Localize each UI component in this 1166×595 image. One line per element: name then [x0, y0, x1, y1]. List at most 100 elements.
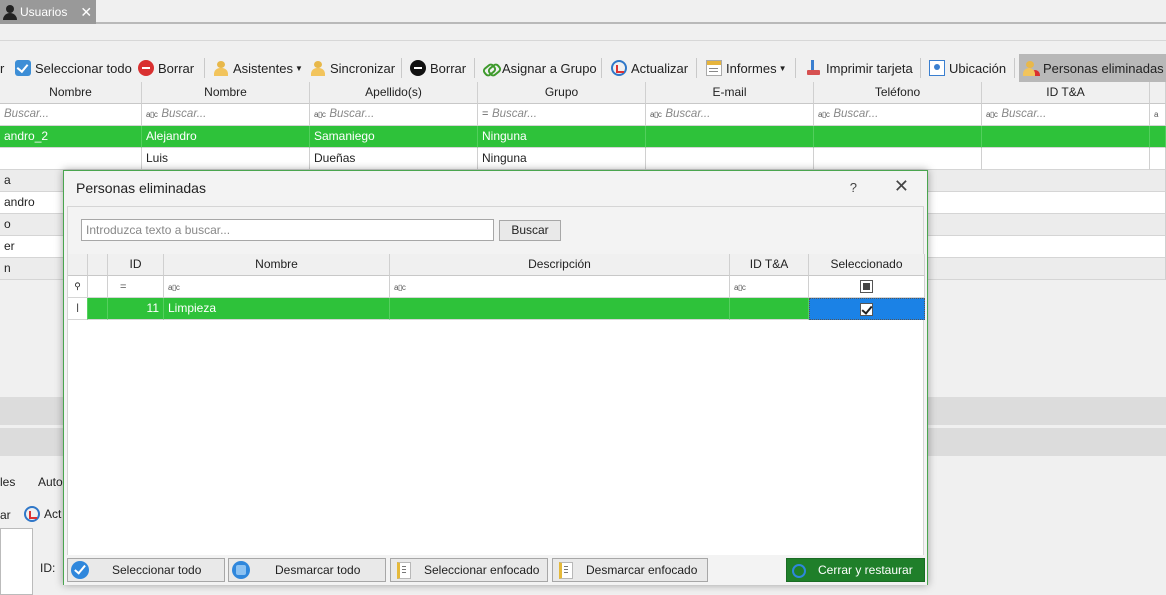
- table-cell[interactable]: [814, 148, 982, 170]
- select-all-button[interactable]: Seleccionar todo: [67, 558, 225, 582]
- ta-id-cell[interactable]: [730, 298, 809, 320]
- reports-label: Informes: [726, 60, 777, 76]
- filter-placeholder: Buscar...: [1001, 108, 1047, 120]
- filter-cell[interactable]: a: [1150, 104, 1166, 126]
- sync-person-icon: [310, 60, 326, 76]
- close-icon[interactable]: ✕: [894, 176, 909, 197]
- sync-label: Sincronizar: [330, 60, 396, 76]
- close-restore-label: Cerrar y restaurar: [818, 563, 913, 577]
- table-cell[interactable]: [646, 148, 814, 170]
- search-button[interactable]: Buscar: [499, 220, 561, 241]
- search-input[interactable]: [81, 219, 494, 241]
- column-header[interactable]: [88, 254, 108, 276]
- column-header[interactable]: Apellido(s): [310, 82, 478, 104]
- close-restore-button[interactable]: Cerrar y restaurar: [786, 558, 925, 582]
- column-header[interactable]: ID T&A: [982, 82, 1150, 104]
- sync-button[interactable]: Sincronizar: [310, 54, 395, 82]
- help-icon[interactable]: ?: [850, 180, 857, 195]
- selected-cell[interactable]: [809, 298, 925, 320]
- remove-icon: [410, 60, 426, 76]
- filter-cell[interactable]: a▯c Buscar...: [310, 104, 478, 126]
- person-icon: [213, 60, 229, 76]
- filter-cell[interactable]: = Buscar...: [478, 104, 646, 126]
- filter-cell[interactable]: Buscar...: [0, 104, 142, 126]
- id-cell[interactable]: 11: [108, 298, 164, 320]
- column-header[interactable]: ID T&A: [730, 254, 809, 276]
- table-cell[interactable]: Ninguna: [478, 126, 646, 148]
- table-row[interactable]: andro_2 Alejandro Samaniego Ninguna: [0, 126, 1166, 148]
- background-button[interactable]: ar: [0, 508, 11, 522]
- table-cell[interactable]: andro_2: [0, 126, 142, 148]
- select-all-button[interactable]: Seleccionar todo: [15, 54, 132, 82]
- chevron-down-icon: ▼: [294, 63, 303, 73]
- assistants-dropdown[interactable]: Asistentes ▼: [213, 54, 303, 82]
- table-cell[interactable]: [646, 126, 814, 148]
- filter-cell[interactable]: [88, 276, 108, 298]
- selected-checkbox[interactable]: [860, 303, 873, 316]
- text-filter-icon: a▯c: [818, 110, 830, 119]
- usuarios-tab[interactable]: Usuarios ✕: [0, 0, 96, 24]
- table-cell[interactable]: Alejandro: [142, 126, 310, 148]
- filter-cell[interactable]: a▯c Buscar...: [646, 104, 814, 126]
- filter-pin-icon[interactable]: ⚲: [68, 276, 88, 298]
- table-cell[interactable]: [1150, 126, 1166, 148]
- column-header[interactable]: E-mail: [646, 82, 814, 104]
- table-row[interactable]: I 11 Limpieza: [68, 298, 925, 320]
- column-header[interactable]: Nombre: [142, 82, 310, 104]
- table-cell[interactable]: [1150, 148, 1166, 170]
- select-focused-button[interactable]: Seleccionar enfocado: [390, 558, 548, 582]
- name-cell[interactable]: Limpieza: [164, 298, 390, 320]
- filter-cell[interactable]: [809, 276, 925, 298]
- list-icon: [556, 561, 574, 579]
- unselect-focused-button[interactable]: Desmarcar enfocado: [552, 558, 708, 582]
- column-header[interactable]: Descripción: [390, 254, 730, 276]
- background-refresh-button[interactable]: Act: [24, 506, 61, 522]
- close-tab-icon[interactable]: ✕: [80, 4, 92, 21]
- print-icon: [806, 60, 822, 76]
- toolbar-partial-button[interactable]: r: [0, 54, 4, 82]
- filter-cell[interactable]: a▯c: [164, 276, 390, 298]
- column-header[interactable]: ID: [108, 254, 164, 276]
- equals-filter-icon: =: [120, 281, 126, 293]
- table-cell[interactable]: [982, 126, 1150, 148]
- filter-cell[interactable]: =: [108, 276, 164, 298]
- location-button[interactable]: Ubicación: [929, 54, 1006, 82]
- column-header[interactable]: [1150, 82, 1166, 104]
- unselect-all-button[interactable]: Desmarcar todo: [228, 558, 386, 582]
- delete-button[interactable]: Borrar: [138, 54, 194, 82]
- table-cell[interactable]: Samaniego: [310, 126, 478, 148]
- select-filter-checkbox[interactable]: [859, 280, 873, 293]
- column-header[interactable]: Teléfono: [814, 82, 982, 104]
- filter-cell[interactable]: a▯c Buscar...: [982, 104, 1150, 126]
- filter-cell[interactable]: a▯c: [730, 276, 809, 298]
- delete-button-2[interactable]: Borrar: [410, 54, 466, 82]
- table-row[interactable]: Luis Dueñas Ninguna: [0, 148, 1166, 170]
- deleted-people-button[interactable]: Personas eliminadas: [1019, 54, 1166, 82]
- text-filter-icon: a▯c: [650, 110, 662, 119]
- refresh-button[interactable]: Actualizar: [611, 54, 688, 82]
- table-cell[interactable]: Luis: [142, 148, 310, 170]
- background-tab[interactable]: les: [0, 475, 15, 489]
- table-cell[interactable]: [0, 148, 142, 170]
- assign-group-button[interactable]: Asignar a Grupo: [482, 54, 597, 82]
- table-cell[interactable]: [88, 298, 108, 320]
- column-header[interactable]: Seleccionado: [809, 254, 925, 276]
- table-cell[interactable]: Ninguna: [478, 148, 646, 170]
- table-cell[interactable]: [814, 126, 982, 148]
- dialog-body: Buscar ID Nombre Descripción ID T&A Sele…: [67, 206, 925, 581]
- description-cell[interactable]: [390, 298, 730, 320]
- reports-dropdown[interactable]: Informes ▼: [706, 54, 787, 82]
- column-header[interactable]: Nombre: [164, 254, 390, 276]
- column-header[interactable]: Grupo: [478, 82, 646, 104]
- table-cell[interactable]: Dueñas: [310, 148, 478, 170]
- filter-cell[interactable]: a▯c: [390, 276, 730, 298]
- filter-cell[interactable]: a▯c Buscar...: [814, 104, 982, 126]
- column-header[interactable]: [68, 254, 88, 276]
- delete-label-2: Borrar: [430, 60, 467, 76]
- column-header[interactable]: Nombre: [0, 82, 142, 104]
- print-card-button[interactable]: Imprimir tarjeta: [806, 54, 913, 82]
- filter-placeholder: Buscar...: [665, 108, 711, 120]
- dialog-title: Personas eliminadas: [76, 180, 206, 196]
- filter-cell[interactable]: a▯c Buscar...: [142, 104, 310, 126]
- table-cell[interactable]: [982, 148, 1150, 170]
